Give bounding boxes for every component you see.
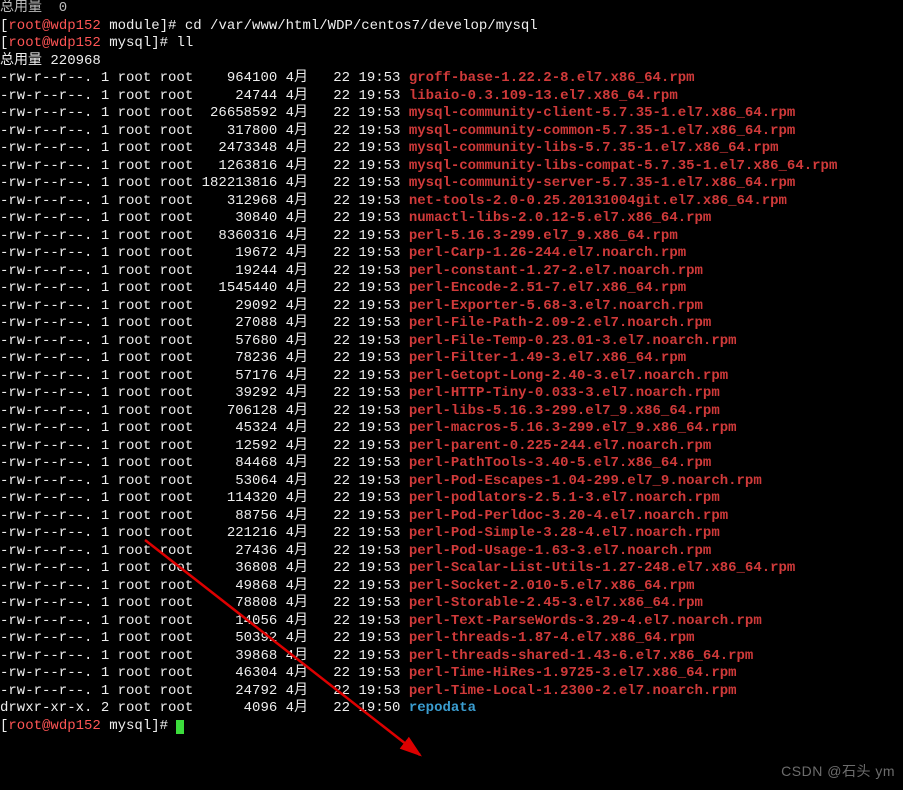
file-name: perl-Carp-1.26-244.el7.noarch.rpm bbox=[409, 245, 686, 261]
listing-row: -rw-r--r--. 1 root root 706128 4月 22 19:… bbox=[0, 403, 903, 421]
listing-row: -rw-r--r--. 1 root root 26658592 4月 22 1… bbox=[0, 105, 903, 123]
file-name: perl-libs-5.16.3-299.el7_9.x86_64.rpm bbox=[409, 403, 720, 419]
listing-row: -rw-r--r--. 1 root root 24792 4月 22 19:5… bbox=[0, 683, 903, 701]
listing-row: -rw-r--r--. 1 root root 964100 4月 22 19:… bbox=[0, 70, 903, 88]
listing-row: -rw-r--r--. 1 root root 45324 4月 22 19:5… bbox=[0, 420, 903, 438]
listing-row: -rw-r--r--. 1 root root 57176 4月 22 19:5… bbox=[0, 368, 903, 386]
prompt-line-2: [root@wdp152 mysql]# ll bbox=[0, 35, 903, 53]
listing-row: -rw-r--r--. 1 root root 2473348 4月 22 19… bbox=[0, 140, 903, 158]
file-name: perl-Encode-2.51-7.el7.x86_64.rpm bbox=[409, 280, 686, 296]
file-name: perl-threads-shared-1.43-6.el7.x86_64.rp… bbox=[409, 648, 753, 664]
file-name: perl-threads-1.87-4.el7.x86_64.rpm bbox=[409, 630, 695, 646]
file-name: perl-File-Temp-0.23.01-3.el7.noarch.rpm bbox=[409, 333, 737, 349]
listing-row: -rw-r--r--. 1 root root 19672 4月 22 19:5… bbox=[0, 245, 903, 263]
file-name: perl-Socket-2.010-5.el7.x86_64.rpm bbox=[409, 578, 695, 594]
listing-row: -rw-r--r--. 1 root root 312968 4月 22 19:… bbox=[0, 193, 903, 211]
listing-row: -rw-r--r--. 1 root root 24744 4月 22 19:5… bbox=[0, 88, 903, 106]
file-name: perl-5.16.3-299.el7_9.x86_64.rpm bbox=[409, 228, 678, 244]
listing-row: -rw-r--r--. 1 root root 39868 4月 22 19:5… bbox=[0, 648, 903, 666]
file-name: perl-podlators-2.5.1-3.el7.noarch.rpm bbox=[409, 490, 720, 506]
listing-row: -rw-r--r--. 1 root root 57680 4月 22 19:5… bbox=[0, 333, 903, 351]
file-name: mysql-community-client-5.7.35-1.el7.x86_… bbox=[409, 105, 795, 121]
file-name: perl-Pod-Simple-3.28-4.el7.noarch.rpm bbox=[409, 525, 720, 541]
cursor bbox=[176, 720, 184, 734]
file-name: perl-Getopt-Long-2.40-3.el7.noarch.rpm bbox=[409, 368, 728, 384]
cutoff-line: 总用量 0 bbox=[0, 0, 903, 18]
file-name: mysql-community-libs-compat-5.7.35-1.el7… bbox=[409, 158, 837, 174]
file-name: perl-parent-0.225-244.el7.noarch.rpm bbox=[409, 438, 711, 454]
file-name: net-tools-2.0-0.25.20131004git.el7.x86_6… bbox=[409, 193, 787, 209]
listing-row: -rw-r--r--. 1 root root 8360316 4月 22 19… bbox=[0, 228, 903, 246]
file-name: libaio-0.3.109-13.el7.x86_64.rpm bbox=[409, 88, 678, 104]
listing-row: -rw-r--r--. 1 root root 29092 4月 22 19:5… bbox=[0, 298, 903, 316]
file-name: numactl-libs-2.0.12-5.el7.x86_64.rpm bbox=[409, 210, 711, 226]
listing-row: -rw-r--r--. 1 root root 88756 4月 22 19:5… bbox=[0, 508, 903, 526]
listing-row: -rw-r--r--. 1 root root 53064 4月 22 19:5… bbox=[0, 473, 903, 491]
file-name: perl-Pod-Usage-1.63-3.el7.noarch.rpm bbox=[409, 543, 711, 559]
file-name: perl-HTTP-Tiny-0.033-3.el7.noarch.rpm bbox=[409, 385, 720, 401]
listing-row: -rw-r--r--. 1 root root 14056 4月 22 19:5… bbox=[0, 613, 903, 631]
prompt-line-3[interactable]: [root@wdp152 mysql]# bbox=[0, 718, 903, 736]
listing-row: -rw-r--r--. 1 root root 78808 4月 22 19:5… bbox=[0, 595, 903, 613]
listing-row: -rw-r--r--. 1 root root 317800 4月 22 19:… bbox=[0, 123, 903, 141]
listing-row: -rw-r--r--. 1 root root 36808 4月 22 19:5… bbox=[0, 560, 903, 578]
prompt-line-1: [root@wdp152 module]# cd /var/www/html/W… bbox=[0, 18, 903, 36]
file-name: mysql-community-server-5.7.35-1.el7.x86_… bbox=[409, 175, 795, 191]
file-name: perl-Time-HiRes-1.9725-3.el7.x86_64.rpm bbox=[409, 665, 737, 681]
listing-row: -rw-r--r--. 1 root root 182213816 4月 22 … bbox=[0, 175, 903, 193]
listing-row: -rw-r--r--. 1 root root 46304 4月 22 19:5… bbox=[0, 665, 903, 683]
listing-row: -rw-r--r--. 1 root root 221216 4月 22 19:… bbox=[0, 525, 903, 543]
file-name: perl-Pod-Escapes-1.04-299.el7_9.noarch.r… bbox=[409, 473, 762, 489]
file-name: perl-Time-Local-1.2300-2.el7.noarch.rpm bbox=[409, 683, 737, 699]
file-name: repodata bbox=[409, 700, 476, 716]
listing-row: -rw-r--r--. 1 root root 49868 4月 22 19:5… bbox=[0, 578, 903, 596]
file-name: perl-File-Path-2.09-2.el7.noarch.rpm bbox=[409, 315, 711, 331]
total-line: 总用量 220968 bbox=[0, 53, 903, 71]
listing-row: drwxr-xr-x. 2 root root 4096 4月 22 19:50… bbox=[0, 700, 903, 718]
listing-row: -rw-r--r--. 1 root root 39292 4月 22 19:5… bbox=[0, 385, 903, 403]
file-name: perl-Pod-Perldoc-3.20-4.el7.noarch.rpm bbox=[409, 508, 728, 524]
listing-row: -rw-r--r--. 1 root root 1263816 4月 22 19… bbox=[0, 158, 903, 176]
listing-row: -rw-r--r--. 1 root root 50392 4月 22 19:5… bbox=[0, 630, 903, 648]
listing-row: -rw-r--r--. 1 root root 84468 4月 22 19:5… bbox=[0, 455, 903, 473]
listing-row: -rw-r--r--. 1 root root 114320 4月 22 19:… bbox=[0, 490, 903, 508]
terminal-output[interactable]: 总用量 0[root@wdp152 module]# cd /var/www/h… bbox=[0, 0, 903, 735]
file-name: perl-macros-5.16.3-299.el7_9.x86_64.rpm bbox=[409, 420, 737, 436]
file-name: perl-Filter-1.49-3.el7.x86_64.rpm bbox=[409, 350, 686, 366]
listing-row: -rw-r--r--. 1 root root 19244 4月 22 19:5… bbox=[0, 263, 903, 281]
listing-row: -rw-r--r--. 1 root root 78236 4月 22 19:5… bbox=[0, 350, 903, 368]
file-name: groff-base-1.22.2-8.el7.x86_64.rpm bbox=[409, 70, 695, 86]
watermark: CSDN @石头 ym bbox=[781, 763, 895, 781]
listing-row: -rw-r--r--. 1 root root 27088 4月 22 19:5… bbox=[0, 315, 903, 333]
listing-row: -rw-r--r--. 1 root root 12592 4月 22 19:5… bbox=[0, 438, 903, 456]
file-name: perl-Scalar-List-Utils-1.27-248.el7.x86_… bbox=[409, 560, 795, 576]
file-name: perl-Text-ParseWords-3.29-4.el7.noarch.r… bbox=[409, 613, 762, 629]
file-name: perl-Storable-2.45-3.el7.x86_64.rpm bbox=[409, 595, 703, 611]
listing-row: -rw-r--r--. 1 root root 1545440 4月 22 19… bbox=[0, 280, 903, 298]
file-name: perl-PathTools-3.40-5.el7.x86_64.rpm bbox=[409, 455, 711, 471]
file-name: perl-constant-1.27-2.el7.noarch.rpm bbox=[409, 263, 703, 279]
file-name: mysql-community-libs-5.7.35-1.el7.x86_64… bbox=[409, 140, 779, 156]
file-name: perl-Exporter-5.68-3.el7.noarch.rpm bbox=[409, 298, 703, 314]
file-name: mysql-community-common-5.7.35-1.el7.x86_… bbox=[409, 123, 795, 139]
listing-row: -rw-r--r--. 1 root root 30840 4月 22 19:5… bbox=[0, 210, 903, 228]
listing-row: -rw-r--r--. 1 root root 27436 4月 22 19:5… bbox=[0, 543, 903, 561]
